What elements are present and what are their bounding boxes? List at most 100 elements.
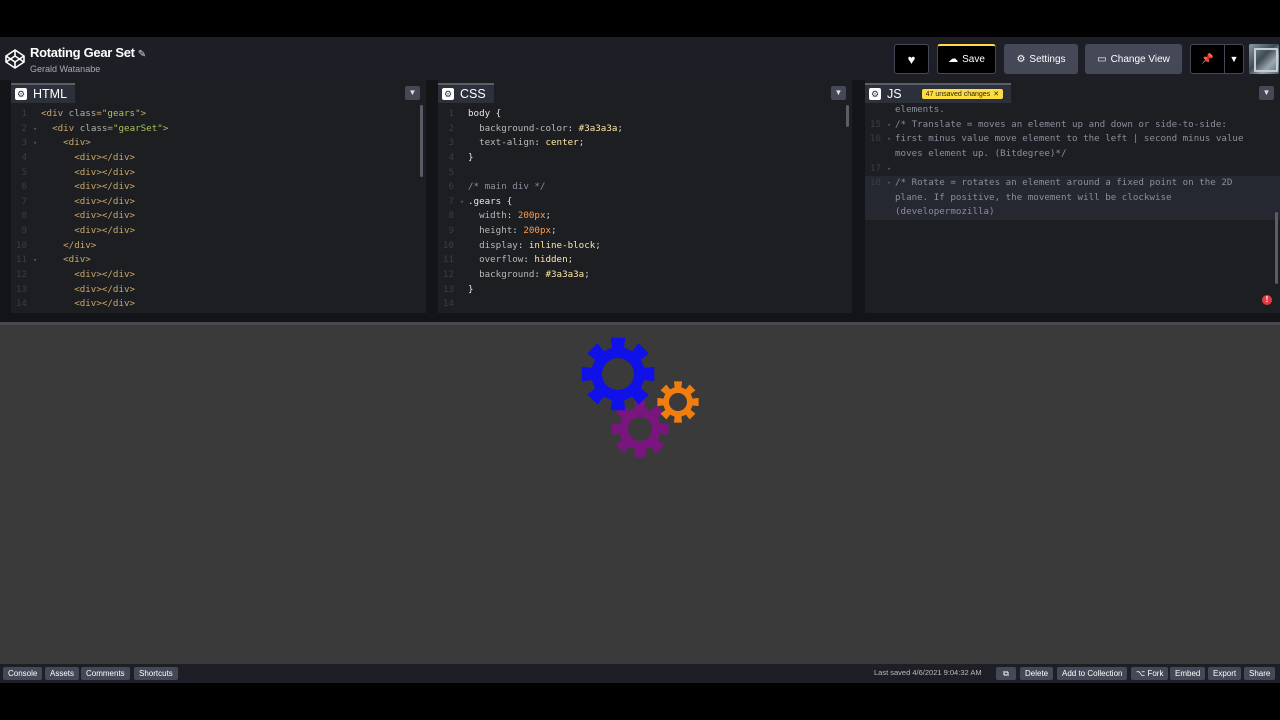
change-view-button[interactable]: ▭ Change View bbox=[1085, 44, 1182, 74]
code-line[interactable]: 11 overflow: hidden; bbox=[438, 253, 852, 268]
code-line[interactable]: 5 bbox=[438, 166, 852, 181]
code-line[interactable]: 16 ▾ first minus value move element to the… bbox=[865, 132, 1280, 147]
code-line[interactable]: 1 <div class="gears"> bbox=[11, 107, 426, 122]
code-line[interactable]: moves element up. (Bitdegree)*/ bbox=[865, 147, 1280, 162]
comments-button[interactable]: Comments bbox=[81, 667, 130, 680]
code-line[interactable]: 15 ▾/* Translate = moves an element up an… bbox=[865, 118, 1280, 133]
fold-arrow-icon[interactable] bbox=[460, 268, 468, 283]
editor-settings-gear-icon[interactable]: ⚙ bbox=[15, 88, 27, 100]
shortcuts-button[interactable]: Shortcuts bbox=[134, 667, 178, 680]
codepen-logo-icon[interactable] bbox=[4, 48, 26, 70]
fold-arrow-icon[interactable] bbox=[33, 224, 41, 239]
fold-arrow-icon[interactable] bbox=[33, 166, 41, 181]
fold-arrow-icon[interactable] bbox=[460, 151, 468, 166]
code-line[interactable]: 5 <div></div> bbox=[11, 166, 426, 181]
html-code-lines[interactable]: 1 <div class="gears"> 2 ▾ <div class="gearS… bbox=[11, 107, 426, 312]
fold-arrow-icon[interactable] bbox=[460, 122, 468, 137]
code-line[interactable]: 6 /* main div */ bbox=[438, 180, 852, 195]
code-line[interactable]: 8 width: 200px; bbox=[438, 209, 852, 224]
editor-settings-gear-icon[interactable]: ⚙ bbox=[869, 88, 881, 100]
unsaved-changes-badge[interactable]: 47 unsaved changes ✕ bbox=[921, 89, 1004, 99]
delete-button[interactable]: Delete bbox=[1020, 667, 1054, 680]
code-line[interactable]: 4 <div></div> bbox=[11, 151, 426, 166]
pin-button[interactable]: 📌 bbox=[1190, 44, 1225, 74]
fold-arrow-icon[interactable] bbox=[33, 239, 41, 254]
fork-button[interactable]: ⌥ Fork bbox=[1131, 667, 1169, 680]
pen-title[interactable]: Rotating Gear Set bbox=[30, 45, 135, 60]
console-button[interactable]: Console bbox=[3, 667, 43, 680]
user-avatar[interactable] bbox=[1249, 44, 1279, 74]
code-line[interactable]: plane. If positive, the movement will be… bbox=[865, 190, 1280, 206]
fold-arrow-icon[interactable] bbox=[460, 283, 468, 298]
code-line[interactable]: 10 </div> bbox=[11, 239, 426, 254]
fold-arrow-icon[interactable] bbox=[460, 209, 468, 224]
code-line[interactable]: 17 ▾ bbox=[865, 162, 1280, 177]
fold-arrow-icon[interactable] bbox=[33, 151, 41, 166]
fold-arrow-icon[interactable] bbox=[460, 253, 468, 268]
fold-arrow-icon[interactable] bbox=[33, 268, 41, 283]
code-line[interactable]: 3 ▾ <div> bbox=[11, 136, 426, 151]
fold-arrow-icon[interactable]: ▾ bbox=[33, 253, 41, 268]
code-line[interactable]: 18 ▾/* Rotate = rotates an element around… bbox=[865, 176, 1280, 191]
fold-arrow-icon[interactable] bbox=[460, 297, 468, 312]
code-line[interactable]: 12 background: #3a3a3a; bbox=[438, 268, 852, 283]
export-button[interactable]: Export bbox=[1208, 667, 1242, 680]
code-line[interactable]: 1 body { bbox=[438, 107, 852, 122]
pencil-edit-icon[interactable]: ✎ bbox=[138, 49, 146, 60]
pen-author[interactable]: Gerald Watanabe bbox=[30, 64, 146, 74]
code-line[interactable]: 11 ▾ <div> bbox=[11, 253, 426, 268]
fold-arrow-icon[interactable]: ▾ bbox=[33, 122, 41, 137]
collapse-html-button[interactable]: ▼ bbox=[405, 86, 420, 100]
fold-arrow-icon[interactable] bbox=[33, 209, 41, 224]
assets-button[interactable]: Assets bbox=[45, 667, 80, 680]
embed-button[interactable]: Embed bbox=[1170, 667, 1206, 680]
js-code-lines[interactable]: elements. 15 ▾/* Translate = moves an elem… bbox=[865, 103, 1280, 221]
code-line[interactable]: 2 ▾ <div class="gearSet"> bbox=[11, 122, 426, 137]
css-editor[interactable]: ⚙ CSS ▼ 1 body {2 background-color: #3a3a… bbox=[438, 80, 852, 313]
love-button[interactable]: ♥ bbox=[894, 44, 929, 74]
collapse-css-button[interactable]: ▼ bbox=[831, 86, 846, 100]
fold-arrow-icon[interactable] bbox=[33, 107, 41, 122]
close-icon[interactable]: ✕ bbox=[993, 90, 999, 98]
add-to-collection-button[interactable]: Add to Collection bbox=[1057, 667, 1128, 680]
fold-arrow-icon[interactable]: ▾ bbox=[33, 136, 41, 151]
fold-arrow-icon[interactable] bbox=[33, 283, 41, 298]
fold-arrow-icon[interactable] bbox=[33, 180, 41, 195]
code-line[interactable]: 8 <div></div> bbox=[11, 209, 426, 224]
code-line[interactable]: 9 height: 200px; bbox=[438, 224, 852, 239]
html-scrollbar[interactable] bbox=[420, 105, 423, 177]
external-link-button[interactable]: ⧉ bbox=[996, 667, 1016, 680]
code-line[interactable]: 10 display: inline-block; bbox=[438, 239, 852, 254]
editor-settings-gear-icon[interactable]: ⚙ bbox=[442, 88, 454, 100]
code-line[interactable]: 7 <div></div> bbox=[11, 195, 426, 210]
css-code-lines[interactable]: 1 body {2 background-color: #3a3a3a; 3 tex… bbox=[438, 107, 852, 312]
fold-arrow-icon[interactable] bbox=[460, 224, 468, 239]
html-tab[interactable]: ⚙ HTML bbox=[11, 83, 76, 103]
fold-arrow-icon[interactable] bbox=[460, 136, 468, 151]
collapse-js-button[interactable]: ▼ bbox=[1259, 86, 1274, 100]
code-line[interactable]: 6 <div></div> bbox=[11, 180, 426, 195]
code-line[interactable]: (developermozilla) bbox=[865, 205, 1280, 221]
css-tab[interactable]: ⚙ CSS bbox=[438, 83, 494, 103]
code-line[interactable]: 14 <div></div> bbox=[11, 297, 426, 312]
settings-button[interactable]: ⚙ Settings bbox=[1004, 44, 1078, 74]
code-line[interactable]: 3 text-align: center; bbox=[438, 136, 852, 151]
fold-arrow-icon[interactable] bbox=[460, 107, 468, 122]
code-line[interactable]: 13} bbox=[438, 283, 852, 298]
share-button[interactable]: Share bbox=[1244, 667, 1276, 680]
code-line[interactable]: 4} bbox=[438, 151, 852, 166]
fold-arrow-icon[interactable] bbox=[33, 195, 41, 210]
fold-arrow-icon[interactable] bbox=[33, 297, 41, 312]
fold-arrow-icon[interactable] bbox=[460, 166, 468, 181]
js-scrollbar[interactable] bbox=[1275, 212, 1278, 284]
code-line[interactable]: 12 <div></div> bbox=[11, 268, 426, 283]
code-line[interactable]: 14 bbox=[438, 297, 852, 312]
fold-arrow-icon[interactable]: ▾ bbox=[460, 195, 468, 210]
code-line[interactable]: 13 <div></div> bbox=[11, 283, 426, 298]
fold-arrow-icon[interactable] bbox=[460, 239, 468, 254]
pin-dropdown-button[interactable]: ▼ bbox=[1224, 44, 1244, 74]
code-line[interactable]: elements. bbox=[865, 103, 1280, 118]
code-line[interactable]: 7 ▾ .gears { bbox=[438, 195, 852, 210]
js-editor[interactable]: ⚙ JS 47 unsaved changes ✕ ▼ elements. 15 ▾ /… bbox=[865, 80, 1280, 313]
css-scrollbar[interactable] bbox=[846, 105, 849, 127]
